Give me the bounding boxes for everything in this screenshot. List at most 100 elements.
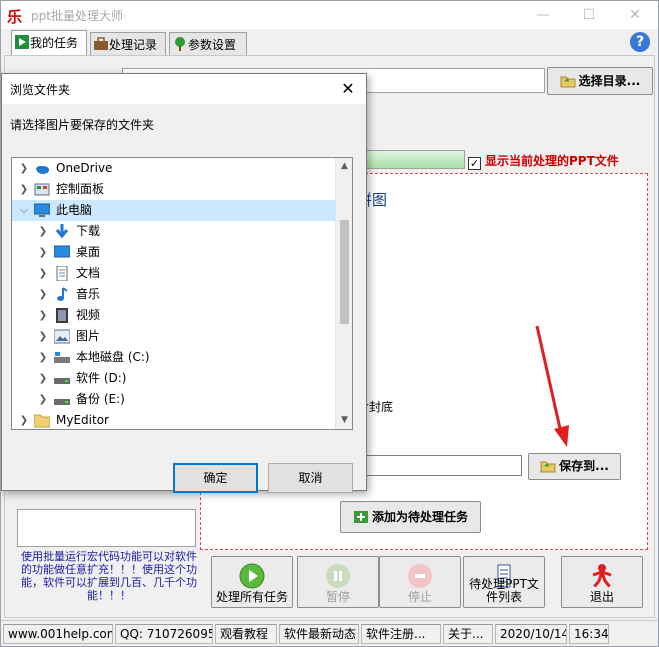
play-icon [15, 35, 29, 49]
time-display: 16:34 [569, 624, 609, 644]
help-icon[interactable]: ? [630, 32, 650, 52]
video-icon [56, 308, 68, 323]
macro-note: 使用批量运行宏代码功能可以对软件的功能做任意扩充！！！使用这个功能，软件可以扩展… [21, 550, 197, 602]
music-icon [57, 287, 68, 301]
select-dir-button[interactable]: 选择目录... [547, 67, 653, 95]
scroll-up-icon[interactable]: ▲ [336, 158, 352, 175]
tree-item-myeditor[interactable]: ❯ MyEditor [12, 410, 336, 429]
chevron-down-icon[interactable]: ⌵ [18, 200, 30, 221]
add-task-button[interactable]: 添加为待处理任务 [340, 501, 481, 533]
tree-item-pictures[interactable]: ❯ 图片 [12, 326, 336, 347]
tree-scrollbar[interactable]: ▲ ▼ [335, 158, 352, 429]
chevron-right-icon[interactable]: ❯ [37, 326, 49, 347]
stop-label: 停止 [407, 590, 432, 604]
dialog-close-icon[interactable]: ✕ [336, 78, 360, 100]
dialog-title: 浏览文件夹 [10, 83, 71, 97]
show-current-checkbox[interactable]: ✓ 显示当前处理的PPT文件 [468, 152, 619, 170]
pause-button[interactable]: 暂停 [297, 556, 379, 608]
tab-history[interactable]: 处理记录 [90, 32, 166, 55]
tree-item-onedrive[interactable]: ❯ OneDrive [12, 158, 336, 179]
save-to-button[interactable]: 保存到... [528, 453, 621, 480]
minimize-button[interactable]: — [520, 1, 566, 29]
tab-label: 处理记录 [109, 38, 158, 52]
chevron-right-icon[interactable]: ❯ [18, 410, 30, 429]
tree-item-drive-d[interactable]: ❯ 软件 (D:) [12, 368, 336, 389]
chevron-right-icon[interactable]: ❯ [37, 389, 49, 410]
ok-button[interactable]: 确定 [173, 463, 258, 493]
folder-open-icon [560, 76, 576, 88]
checkbox-box[interactable]: ✓ [468, 157, 481, 170]
cloud-icon [36, 166, 49, 174]
pause-label: 暂停 [325, 590, 350, 604]
folder-open-icon [540, 461, 556, 473]
cancel-button[interactable]: 取消 [268, 463, 353, 493]
pending-list-button[interactable]: 待处理PPT文件列表 [463, 556, 545, 608]
status-bar: www.001help.com QQ: 710726095 观看教程 软件最新动… [1, 620, 658, 646]
tree-item-music[interactable]: ❯ 音乐 [12, 284, 336, 305]
website-link[interactable]: www.001help.com [3, 624, 113, 644]
scroll-down-icon[interactable]: ▼ [336, 412, 352, 429]
chevron-right-icon[interactable]: ❯ [37, 221, 49, 242]
chevron-right-icon[interactable]: ❯ [18, 158, 30, 179]
date-display: 2020/10/14 [495, 624, 567, 644]
tree-item-label: 视频 [76, 308, 101, 322]
title-bar: 乐 ppt批量处理大师 — ☐ ✕ [1, 1, 658, 29]
download-icon [55, 224, 69, 239]
drive-icon [54, 378, 70, 384]
tree-item-drive-e[interactable]: ❯ 备份 (E:) [12, 389, 336, 410]
tree-item-drive-c[interactable]: ❯ 本地磁盘 (C:) [12, 347, 336, 368]
tree-item-documents[interactable]: ❯ 文档 [12, 263, 336, 284]
tree-item-downloads[interactable]: ❯ 下载 [12, 221, 336, 242]
register-link[interactable]: 软件注册... [361, 624, 441, 644]
tab-settings[interactable]: 参数设置 [169, 32, 247, 55]
folder-icon [34, 414, 50, 428]
stop-icon [408, 564, 432, 588]
tree-icon [175, 37, 185, 51]
tree-item-desktop[interactable]: ❯ 桌面 [12, 242, 336, 263]
tutorial-link[interactable]: 观看教程 [215, 624, 277, 644]
chevron-right-icon[interactable]: ❯ [37, 368, 49, 389]
tree-item-label: 下载 [76, 224, 101, 238]
briefcase-icon [94, 37, 108, 50]
pending-list-label: 待处理PPT文件列表 [469, 577, 539, 604]
maximize-button[interactable]: ☐ [566, 1, 612, 29]
chevron-right-icon[interactable]: ❯ [37, 284, 49, 305]
tab-strip: 我的任务 处理记录 参数设置 ? [1, 29, 658, 55]
document-icon [56, 266, 68, 281]
chevron-right-icon[interactable]: ❯ [18, 179, 30, 200]
process-all-button[interactable]: 处理所有任务 [211, 556, 293, 608]
drive-icon [54, 399, 70, 405]
chevron-right-icon[interactable]: ❯ [37, 347, 49, 368]
task-list[interactable] [17, 509, 196, 547]
chevron-right-icon[interactable]: ❯ [37, 263, 49, 284]
tree-item-label: 本地磁盘 (C:) [76, 350, 150, 364]
tab-my-tasks[interactable]: 我的任务 [11, 30, 87, 55]
chevron-right-icon[interactable]: ❯ [37, 305, 49, 326]
tree-item-videos[interactable]: ❯ 视频 [12, 305, 336, 326]
tree-item-label: 此电脑 [56, 203, 93, 217]
exit-label: 退出 [589, 590, 614, 604]
window-title: ppt批量处理大师 [31, 9, 123, 23]
exit-button[interactable]: 退出 [561, 556, 643, 608]
chevron-right-icon[interactable]: ❯ [37, 242, 49, 263]
tree-item-control-panel[interactable]: ❯ 控制面板 [12, 179, 336, 200]
app-logo: 乐 [7, 8, 23, 26]
add-task-label: 添加为待处理任务 [371, 510, 468, 524]
desktop-icon [54, 245, 70, 258]
news-link[interactable]: 软件最新动态 [279, 624, 359, 644]
qq-number: QQ: 710726095 [115, 624, 213, 644]
save-to-label: 保存到... [559, 459, 609, 473]
show-current-label: 显示当前处理的PPT文件 [485, 154, 619, 168]
tree-item-label: 桌面 [76, 245, 101, 259]
close-button[interactable]: ✕ [612, 1, 658, 29]
add-icon [353, 511, 368, 523]
stop-button[interactable]: 停止 [379, 556, 461, 608]
tree-item-label: 软件 (D:) [76, 371, 127, 385]
drive-icon [54, 352, 70, 363]
save-path-input[interactable] [366, 455, 522, 476]
tree-item-this-pc[interactable]: ⌵ 此电脑 [12, 200, 336, 221]
about-link[interactable]: 关于... [443, 624, 493, 644]
computer-icon [34, 203, 50, 217]
folder-tree[interactable]: ❯ OneDrive ❯ 控制面板 ⌵ 此电脑 ❯ 下载 ❯ 桌面 ❯ 文档 ❯… [11, 157, 353, 430]
scroll-thumb[interactable] [340, 220, 349, 324]
